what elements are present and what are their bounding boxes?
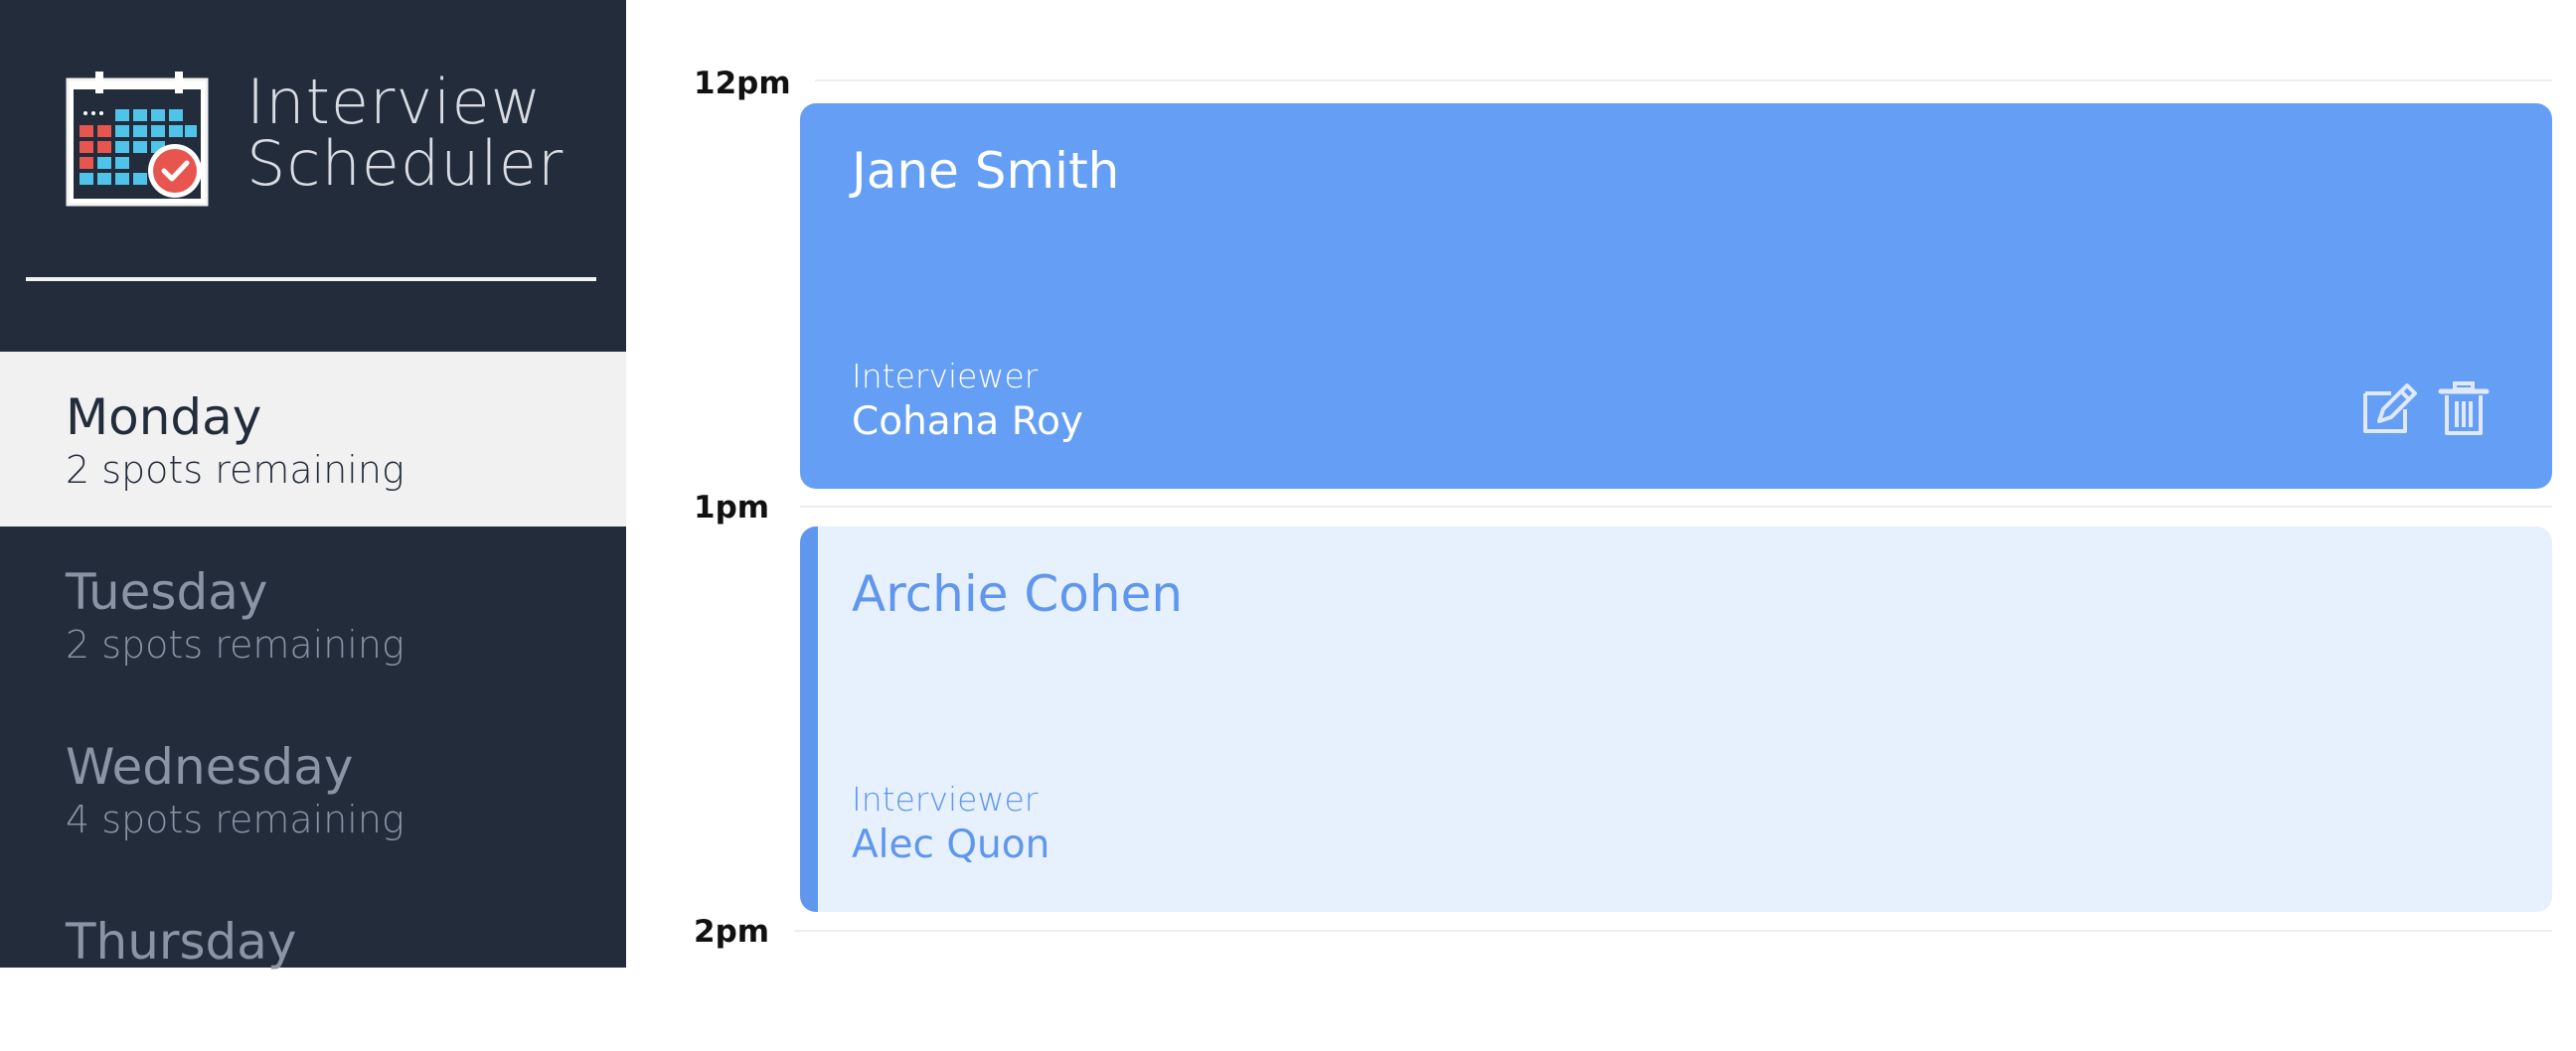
day-name: Thursday <box>66 913 297 971</box>
sidebar-divider <box>26 277 596 281</box>
day-name: Wednesday <box>66 738 354 796</box>
day-item-monday[interactable]: Monday 2 spots remaining <box>0 352 626 526</box>
time-label-12pm: 12pm <box>694 66 791 101</box>
schedule-panel: 12pm Jane Smith Interviewer Cohana Roy 1… <box>626 0 2576 968</box>
day-item-thursday[interactable]: Thursday <box>0 876 626 1051</box>
time-label-2pm: 2pm <box>694 914 770 950</box>
day-name: Monday <box>66 388 262 446</box>
interviewer-name: Alec Quon <box>852 823 1050 867</box>
student-name: Jane Smith <box>852 142 1120 200</box>
day-item-tuesday[interactable]: Tuesday 2 spots remaining <box>0 526 626 701</box>
app-title: Interview Scheduler <box>246 72 564 195</box>
time-divider <box>800 506 2552 508</box>
day-item-wednesday[interactable]: Wednesday 4 spots remaining <box>0 701 626 876</box>
day-spots: 2 spots remaining <box>66 448 404 492</box>
trash-icon[interactable] <box>2433 381 2495 437</box>
day-spots: 2 spots remaining <box>66 623 404 667</box>
day-name: Tuesday <box>66 563 268 621</box>
interviewer-label: Interviewer <box>852 780 1039 819</box>
app-title-line1: Interview <box>246 66 543 138</box>
app-title-line2: Scheduler <box>246 127 564 200</box>
sidebar: Interview Scheduler Monday 2 spots remai… <box>0 0 626 971</box>
time-label-1pm: 1pm <box>694 490 770 526</box>
day-spots: 4 spots remaining <box>66 798 404 841</box>
calendar-logo-icon <box>66 72 209 207</box>
student-name: Archie Cohen <box>852 565 1184 623</box>
interviewer-name: Cohana Roy <box>852 399 1084 444</box>
appointment-actions <box>2357 381 2495 437</box>
time-divider <box>815 79 2552 81</box>
edit-icon[interactable] <box>2357 381 2419 437</box>
time-divider <box>795 930 2552 932</box>
interviewer-label: Interviewer <box>852 357 1039 395</box>
appointment-card[interactable]: Jane Smith Interviewer Cohana Roy <box>800 103 2552 489</box>
appointment-card[interactable]: Archie Cohen Interviewer Alec Quon <box>800 526 2552 912</box>
